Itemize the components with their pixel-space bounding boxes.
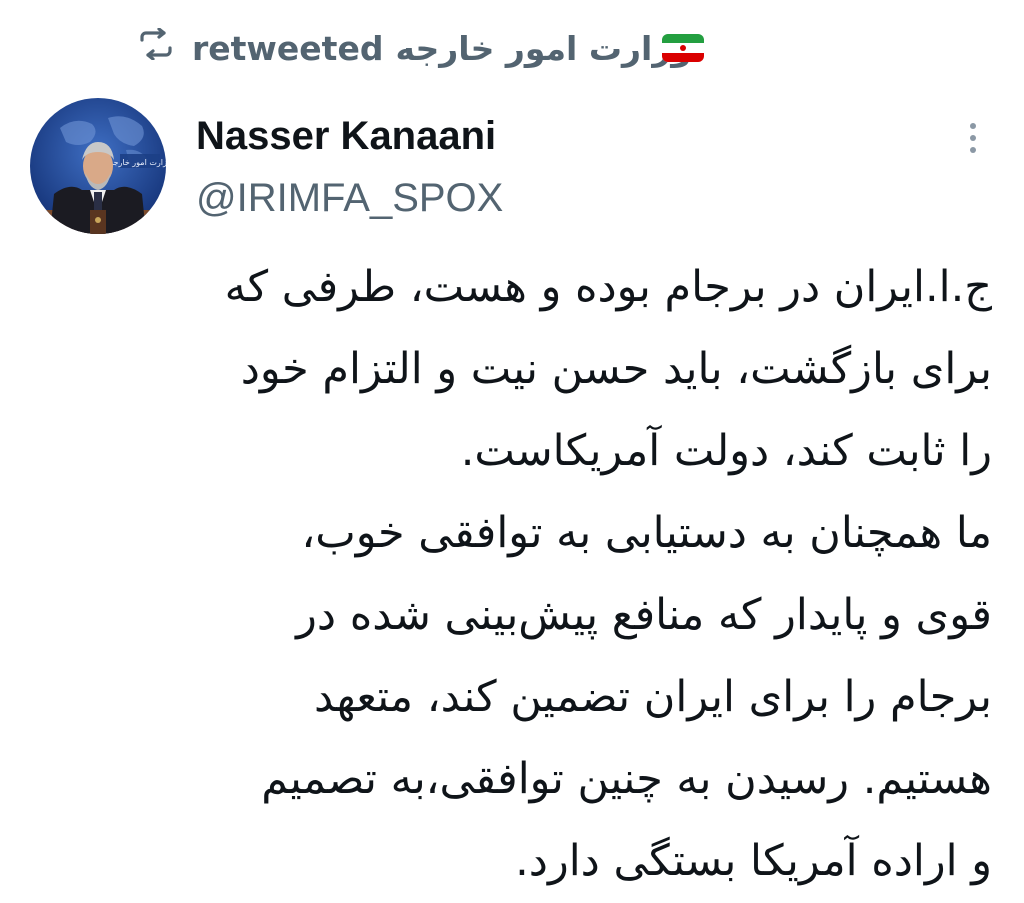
tweet-line: هستیم. رسیدن به چنین توافقی،به تصمیم	[261, 754, 992, 804]
retweeter-name[interactable]: وزارت امور خارجه	[395, 29, 691, 68]
retweet-word: retweeted	[192, 28, 384, 68]
tweet-text: ج.ا.ایران در برجام بوده و هست، طرفی که ب…	[40, 246, 992, 902]
iran-flag-icon	[662, 34, 704, 62]
tweet-line: را ثابت کند، دولت آمریکاست.	[460, 426, 992, 476]
retweet-header: retweeted وزارت امور خارجه	[0, 24, 720, 74]
author-handle[interactable]: @IRIMFA_SPOX	[196, 170, 503, 226]
retweet-icon	[140, 28, 172, 60]
tweet-line: برای بازگشت، باید حسن نیت و التزام خود	[240, 344, 992, 394]
retweet-label[interactable]: retweeted وزارت امور خارجه	[192, 28, 692, 68]
tweet-line: ما همچنان به دستیابی به توافقی خوب،	[301, 508, 992, 558]
tweet-line: و اراده آمریکا بستگی دارد.	[515, 836, 992, 886]
tweet-line: قوی و پایدار که منافع پیش‌بینی شده در	[296, 590, 992, 640]
author-name[interactable]: Nasser Kanaani	[196, 108, 496, 164]
svg-text:وزارت امور خارجه: وزارت امور خارجه	[109, 158, 166, 167]
avatar[interactable]: وزارت امور خارجه	[30, 98, 166, 234]
more-vertical-icon[interactable]	[958, 118, 988, 158]
tweet-line: برجام را برای ایران تضمین کند، متعهد	[313, 672, 992, 722]
tweet-line: ج.ا.ایران در برجام بوده و هست، طرفی که	[224, 262, 992, 312]
